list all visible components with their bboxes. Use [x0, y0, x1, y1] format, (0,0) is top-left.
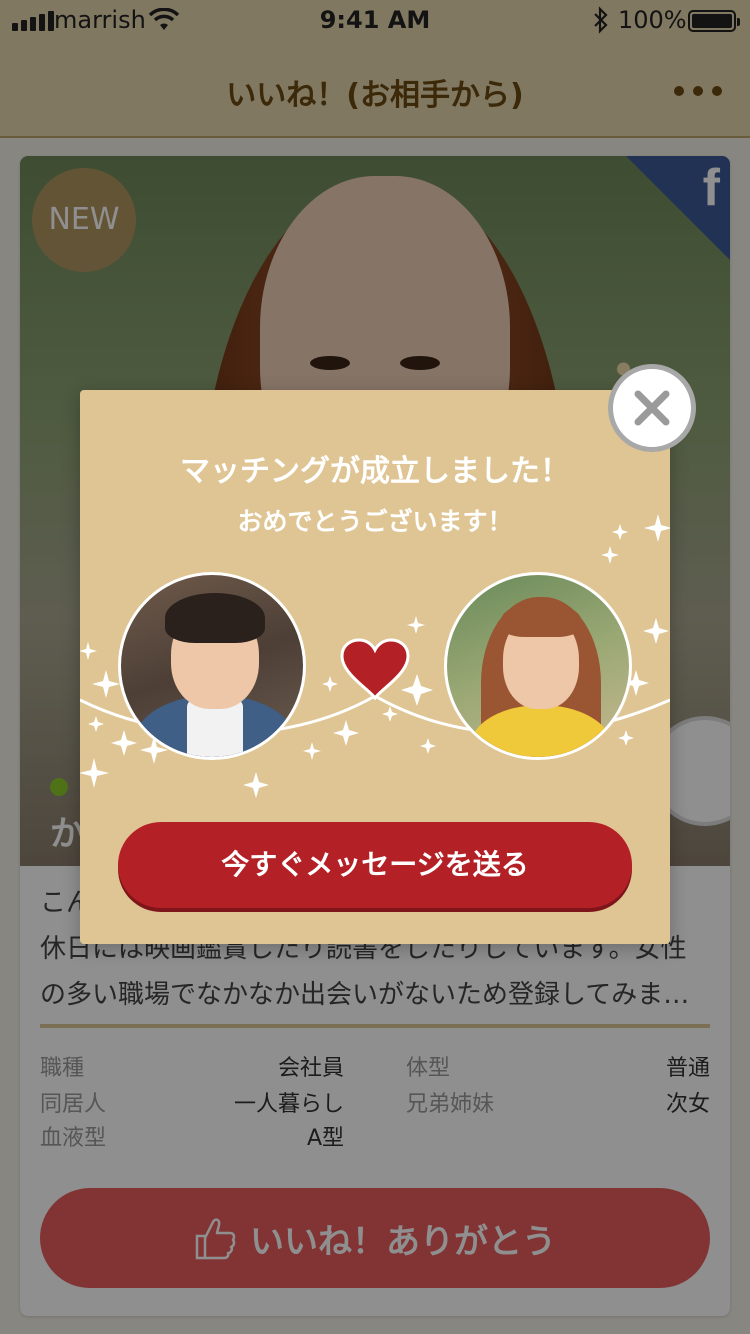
my-avatar — [118, 572, 306, 760]
close-icon — [634, 390, 670, 426]
match-modal: マッチングが成立しました！ おめでとうございます！ 今すぐメッセージを送る — [80, 390, 670, 944]
heart-icon — [340, 638, 410, 704]
match-title: マッチングが成立しました！ — [180, 454, 570, 489]
close-modal-button[interactable] — [608, 364, 696, 452]
send-message-button[interactable]: 今すぐメッセージを送る — [118, 822, 632, 908]
partner-avatar — [444, 572, 632, 760]
